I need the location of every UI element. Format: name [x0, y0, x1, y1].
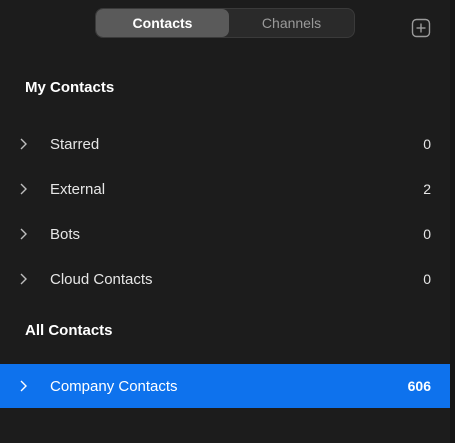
list-item-external[interactable]: External 2 — [0, 167, 450, 211]
add-contact-button[interactable] — [411, 18, 431, 38]
chevron-right-icon — [20, 228, 27, 240]
list-item-count: 0 — [423, 226, 431, 242]
list-item-label: Company Contacts — [50, 377, 178, 395]
list-item-company-contacts[interactable]: Company Contacts 606 — [0, 364, 450, 408]
section-header-my-contacts: My Contacts — [25, 79, 115, 96]
tab-contacts[interactable]: Contacts — [96, 9, 229, 37]
chevron-right-icon — [20, 380, 27, 392]
list-item-count: 2 — [423, 181, 431, 197]
list-item-starred[interactable]: Starred 0 — [0, 122, 450, 166]
section-header-all-contacts: All Contacts — [25, 322, 113, 339]
chevron-right-icon — [20, 273, 27, 285]
list-item-count: 0 — [423, 271, 431, 287]
list-item-bots[interactable]: Bots 0 — [0, 212, 450, 256]
list-item-label: Starred — [50, 135, 100, 153]
list-item-label: Cloud Contacts — [50, 270, 153, 288]
contacts-panel: Contacts Channels My Contacts Starred 0 … — [0, 0, 450, 443]
list-item-label: Bots — [50, 225, 81, 243]
list-item-count: 0 — [423, 136, 431, 152]
tab-switcher: Contacts Channels — [95, 8, 355, 38]
chevron-right-icon — [20, 183, 27, 195]
list-item-count: 606 — [407, 378, 431, 394]
tab-channels[interactable]: Channels — [229, 9, 354, 37]
list-item-cloud-contacts[interactable]: Cloud Contacts 0 — [0, 257, 450, 301]
chevron-right-icon — [20, 138, 27, 150]
panel-divider — [450, 0, 455, 443]
list-item-label: External — [50, 180, 106, 198]
plus-square-icon — [411, 18, 431, 38]
